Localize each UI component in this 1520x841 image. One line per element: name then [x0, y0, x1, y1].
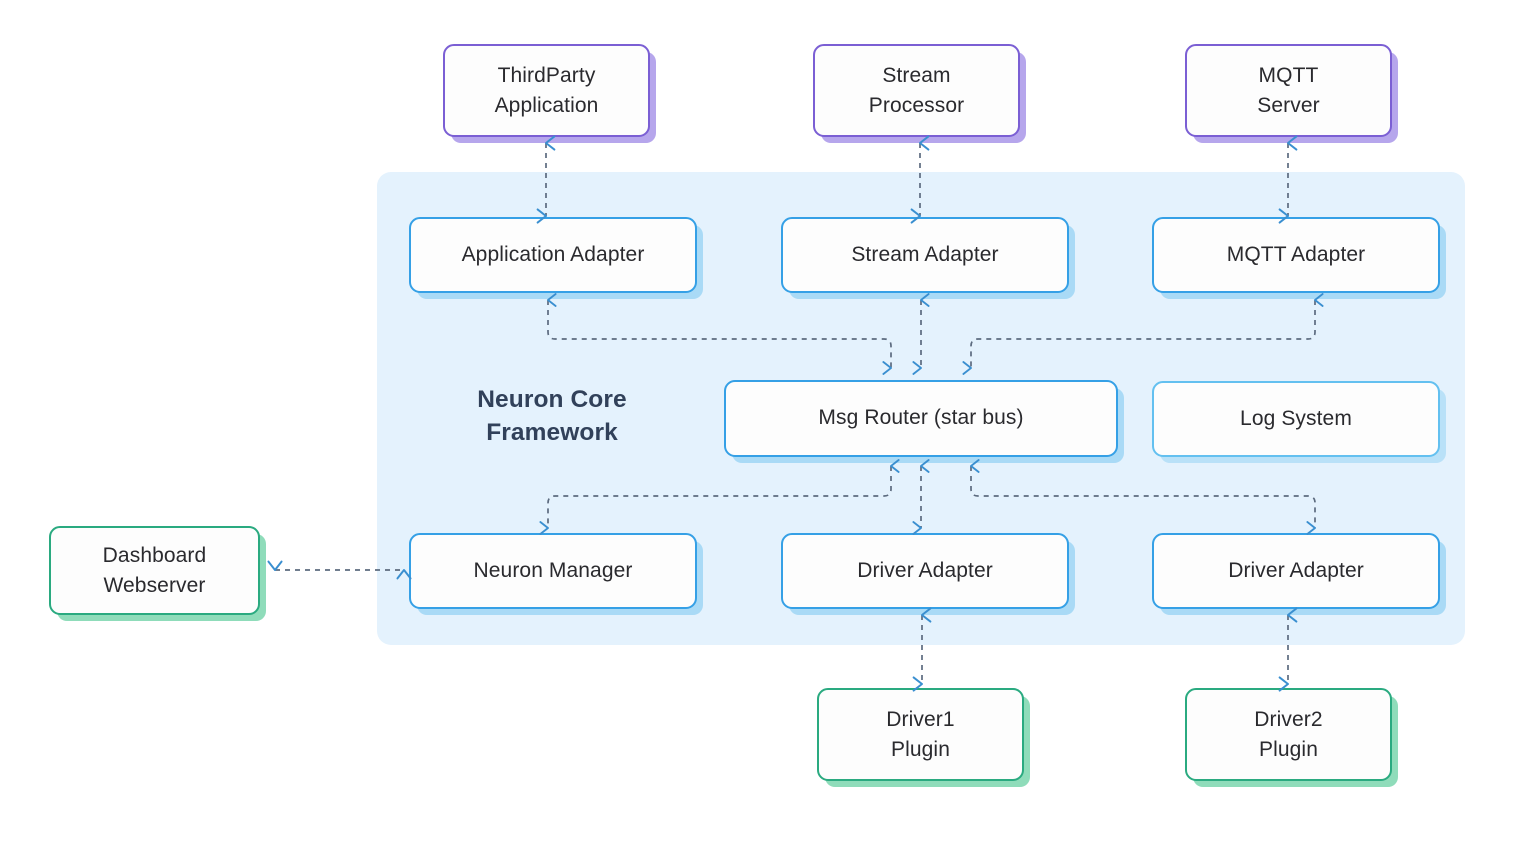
- node-stream-adapter[interactable]: Stream Adapter: [781, 217, 1069, 293]
- node-application-adapter-label: Application Adapter: [461, 242, 645, 266]
- node-driver1-plugin-label: Driver1 Plugin: [819, 705, 1022, 765]
- node-mqtt-adapter[interactable]: MQTT Adapter: [1152, 217, 1440, 293]
- node-mqtt-server[interactable]: MQTT Server: [1185, 44, 1392, 137]
- core-framework-title: Neuron Core Framework: [432, 383, 672, 449]
- label-line-2: Plugin: [1259, 737, 1318, 761]
- node-driver2-plugin[interactable]: Driver2 Plugin: [1185, 688, 1392, 781]
- label-line-2: Application: [494, 93, 599, 117]
- node-driver2-plugin-label: Driver2 Plugin: [1187, 705, 1390, 765]
- node-stream-processor-label: Stream Processor: [815, 61, 1018, 121]
- node-mqtt-adapter-label: MQTT Adapter: [1226, 242, 1366, 266]
- node-neuron-manager-label: Neuron Manager: [473, 558, 633, 582]
- node-driver1-plugin[interactable]: Driver1 Plugin: [817, 688, 1024, 781]
- label-line-1: Dashboard: [102, 543, 207, 567]
- core-title-line-2: Framework: [486, 419, 618, 447]
- label-line-1: ThirdParty: [497, 63, 596, 87]
- node-msg-router-label: Msg Router (star bus): [818, 406, 1024, 430]
- label-line-1: Driver2: [1254, 707, 1323, 731]
- node-driver-adapter-1-label: Driver Adapter: [857, 558, 993, 582]
- node-driver-adapter-2-label: Driver Adapter: [1228, 558, 1364, 582]
- label-line-2: Plugin: [891, 737, 950, 761]
- node-thirdparty-application-label: ThirdParty Application: [445, 61, 648, 121]
- node-msg-router[interactable]: Msg Router (star bus): [724, 380, 1118, 457]
- label-line-1: Driver1: [886, 707, 955, 731]
- core-title-line-1: Neuron Core: [477, 386, 627, 413]
- node-log-system[interactable]: Log System: [1152, 381, 1440, 457]
- node-dashboard-webserver[interactable]: Dashboard Webserver: [49, 526, 260, 615]
- node-application-adapter[interactable]: Application Adapter: [409, 217, 697, 293]
- node-neuron-manager[interactable]: Neuron Manager: [409, 533, 697, 609]
- node-driver-adapter-2[interactable]: Driver Adapter: [1152, 533, 1440, 609]
- label-line-2: Webserver: [103, 573, 206, 597]
- diagram-canvas: ThirdParty Application Stream Processor …: [0, 0, 1520, 841]
- node-dashboard-webserver-label: Dashboard Webserver: [51, 541, 258, 601]
- label-line-2: Processor: [868, 93, 965, 117]
- node-stream-processor[interactable]: Stream Processor: [813, 44, 1020, 137]
- node-mqtt-server-label: MQTT Server: [1187, 61, 1390, 121]
- node-thirdparty-application[interactable]: ThirdParty Application: [443, 44, 650, 137]
- label-line-2: Server: [1257, 93, 1320, 117]
- node-stream-adapter-label: Stream Adapter: [851, 242, 999, 266]
- label-line-1: Stream: [882, 63, 951, 87]
- node-driver-adapter-1[interactable]: Driver Adapter: [781, 533, 1069, 609]
- label-line-1: MQTT: [1258, 63, 1319, 87]
- node-log-system-label: Log System: [1240, 406, 1352, 430]
